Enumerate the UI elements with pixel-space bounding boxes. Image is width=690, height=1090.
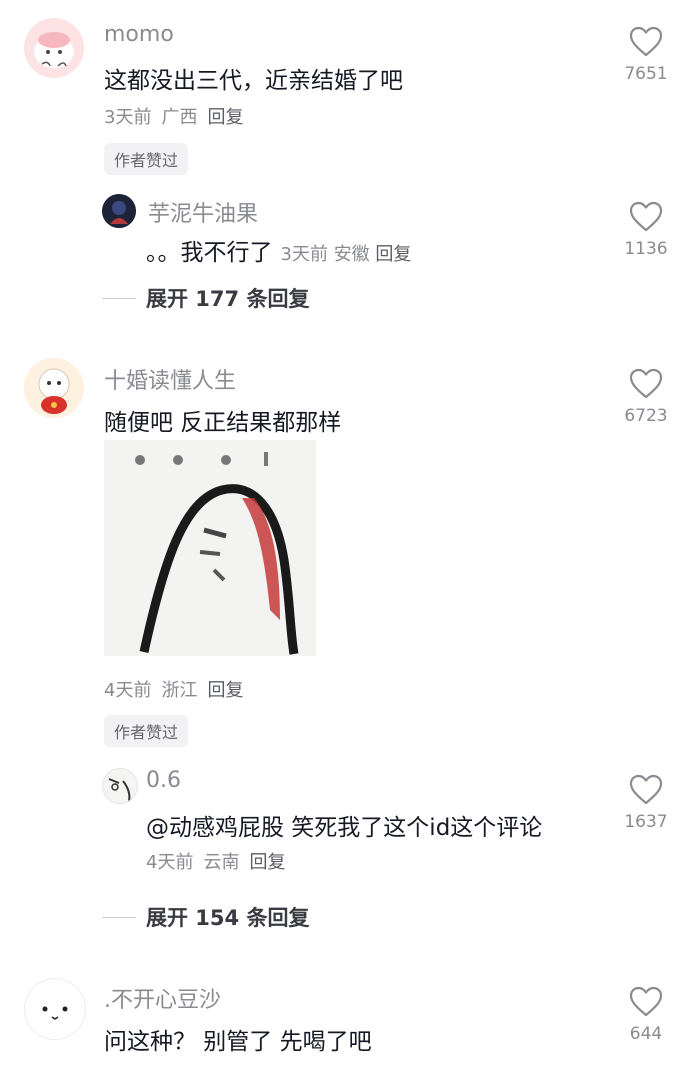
heart-outline-icon [629,986,663,1017]
avatar-image [102,194,136,228]
heart-outline-icon [629,201,663,232]
avatar[interactable] [24,358,84,418]
comment-username[interactable]: 十婚读懂人生 [104,363,236,395]
reply-text: 。。我不行了 [146,240,273,266]
reply-time: 3天前 [280,244,328,265]
avatar[interactable] [102,768,138,804]
avatar-image [34,32,74,68]
expand-replies-button[interactable]: 展开 154 条回复 [102,902,309,932]
reply-button[interactable]: 回复 [207,107,243,128]
expand-replies-label: 展开 154 条回复 [146,906,310,930]
like-button[interactable]: 644 [616,986,676,1044]
comment-text: 这都没出三代，近亲结婚了吧 [104,68,403,94]
like-count: 7651 [624,64,668,84]
comment-time: 4天前 [104,680,152,701]
comment-text: 随便吧 反正结果都那样 [104,410,342,436]
avatar[interactable] [24,18,84,78]
reply-button[interactable]: 回复 [249,852,285,873]
reply-location: 安徽 [333,244,370,265]
reply-username[interactable]: 芋泥牛油果 [148,196,258,228]
comment-meta: 4天前 浙江 回复 [104,676,253,702]
comment-meta: 3天前 广西 回复 [104,103,253,129]
heart-outline-icon [629,368,663,399]
comment-username[interactable]: .不开心豆沙 [104,982,221,1014]
reply-location: 云南 [203,852,240,873]
divider-line [102,297,136,299]
reply-text-row: 。。我不行了 3天前 安徽 回复 [146,233,411,267]
avatar-image [24,358,84,418]
reply-username[interactable]: 0.6 [146,768,181,793]
author-liked-badge: 作者赞过 [104,143,189,175]
reply-meta: 4天前 云南 回复 [146,848,295,874]
like-button[interactable]: 1637 [616,774,676,832]
comment-sticker-image[interactable] [104,440,316,656]
avatar[interactable] [102,194,136,228]
meme-sticker-image [104,440,316,656]
comment-location: 浙江 [161,680,198,701]
like-count: 1637 [624,812,668,832]
like-count: 1136 [624,239,668,259]
expand-replies-label: 展开 177 条回复 [146,287,310,311]
like-button[interactable]: 7651 [616,26,676,84]
avatar-image [42,1006,68,1020]
comment-location: 广西 [161,107,198,128]
avatar[interactable] [24,978,86,1040]
reply-time: 4天前 [146,852,194,873]
heart-outline-icon [629,774,663,805]
comment-text: 问这种？ 别管了 先喝了吧 [104,1029,372,1055]
heart-outline-icon [629,26,663,57]
reply-meta: 3天前 安徽 回复 [281,244,412,265]
comment-username[interactable]: momo [104,22,174,47]
like-count: 6723 [624,406,668,426]
reply-button[interactable]: 回复 [207,680,243,701]
reply-button[interactable]: 回复 [375,244,411,265]
reply-text: @动感鸡屁股 笑死我了这个id这个评论 [146,815,543,841]
like-count: 644 [629,1024,663,1044]
avatar-image [108,778,131,802]
like-button[interactable]: 6723 [616,368,676,426]
like-button[interactable]: 1136 [616,201,676,259]
comment-time: 3天前 [104,107,152,128]
author-liked-badge: 作者赞过 [104,715,189,747]
divider-line [102,916,136,918]
expand-replies-button[interactable]: 展开 177 条回复 [102,283,309,313]
